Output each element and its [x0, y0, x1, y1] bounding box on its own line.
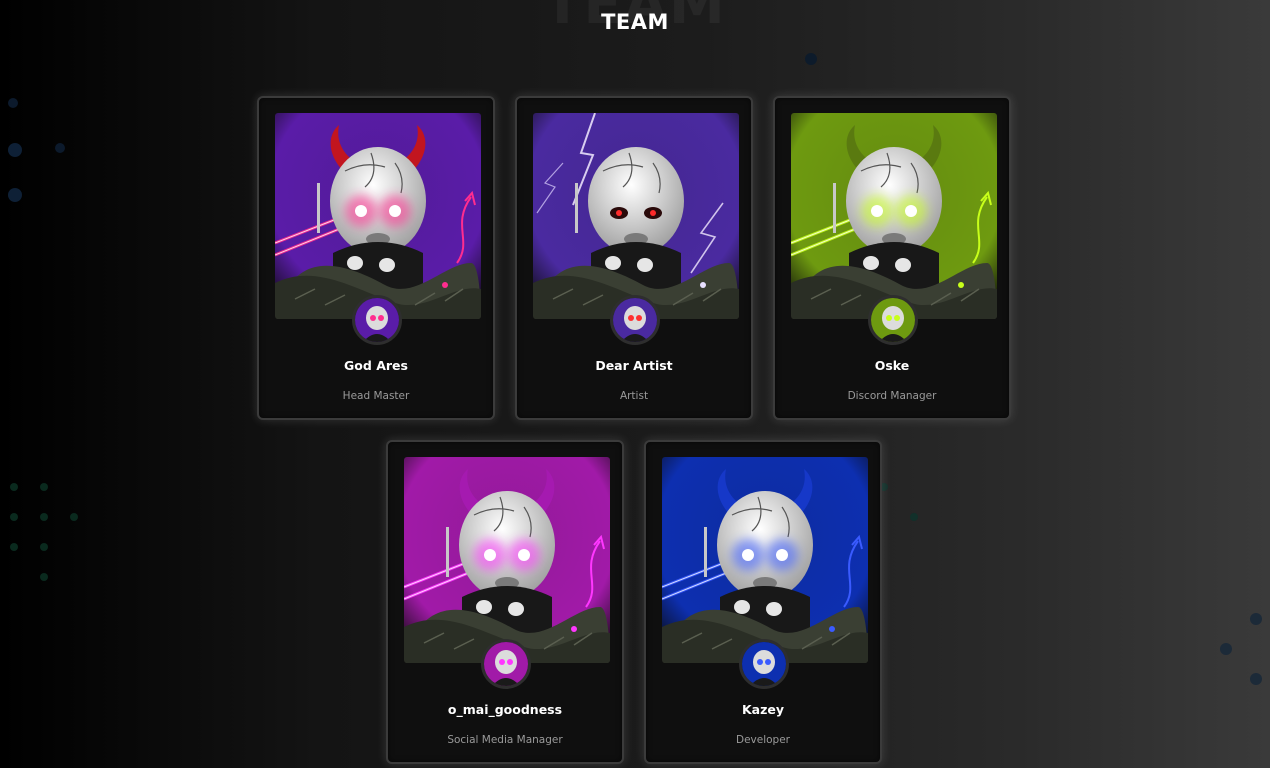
bg-dot — [70, 513, 78, 521]
bg-dot — [40, 543, 48, 551]
member-role: Head Master — [342, 390, 410, 402]
bg-dot — [55, 143, 65, 153]
bg-dot — [40, 573, 48, 581]
bg-dot — [40, 483, 48, 491]
member-artwork — [662, 457, 868, 663]
member-avatar-image — [355, 298, 399, 342]
member-artwork-image — [533, 113, 739, 319]
member-artwork-image — [791, 113, 997, 319]
bg-dot — [1250, 613, 1262, 625]
member-avatar-image — [613, 298, 657, 342]
member-artwork-image — [662, 457, 868, 663]
member-artwork — [533, 113, 739, 319]
bg-dot — [805, 53, 817, 65]
member-avatar — [739, 639, 789, 689]
member-artwork — [275, 113, 481, 319]
team-member-card[interactable]: Kazey Developer — [644, 440, 882, 764]
member-name: God Ares — [344, 358, 408, 373]
member-artwork-image — [275, 113, 481, 319]
bg-dot — [10, 543, 18, 551]
member-role: Developer — [735, 734, 790, 746]
member-avatar — [481, 639, 531, 689]
member-role: Artist — [619, 390, 649, 402]
bg-dot — [1220, 643, 1232, 655]
bg-dot — [10, 483, 18, 491]
member-role: Social Media Manager — [447, 734, 563, 746]
member-avatar-image — [871, 298, 915, 342]
bg-dot — [8, 143, 22, 157]
member-avatar — [610, 295, 660, 345]
team-member-card[interactable]: God Ares Head Master — [257, 96, 495, 420]
team-member-card[interactable]: Dear Artist Artist — [515, 96, 753, 420]
member-artwork — [404, 457, 610, 663]
member-avatar-image — [742, 642, 786, 686]
member-artwork — [791, 113, 997, 319]
member-name: Dear Artist — [595, 358, 673, 373]
member-avatar — [352, 295, 402, 345]
team-member-card[interactable]: Oske Discord Manager — [773, 96, 1011, 420]
bg-dot — [10, 513, 18, 521]
member-avatar-image — [484, 642, 528, 686]
member-name: Oske — [874, 358, 910, 373]
member-avatar — [868, 295, 918, 345]
member-artwork-image — [404, 457, 610, 663]
bg-dot — [8, 98, 18, 108]
bg-dot — [1250, 673, 1262, 685]
bg-dot — [8, 188, 22, 202]
team-member-card[interactable]: o_mai_goodness Social Media Manager — [386, 440, 624, 764]
section-title: TEAM — [601, 10, 669, 34]
member-name: o_mai_goodness — [447, 702, 563, 717]
member-name: Kazey — [741, 702, 785, 717]
member-role: Discord Manager — [847, 390, 937, 402]
bg-dot — [910, 513, 918, 521]
bg-dot — [40, 513, 48, 521]
